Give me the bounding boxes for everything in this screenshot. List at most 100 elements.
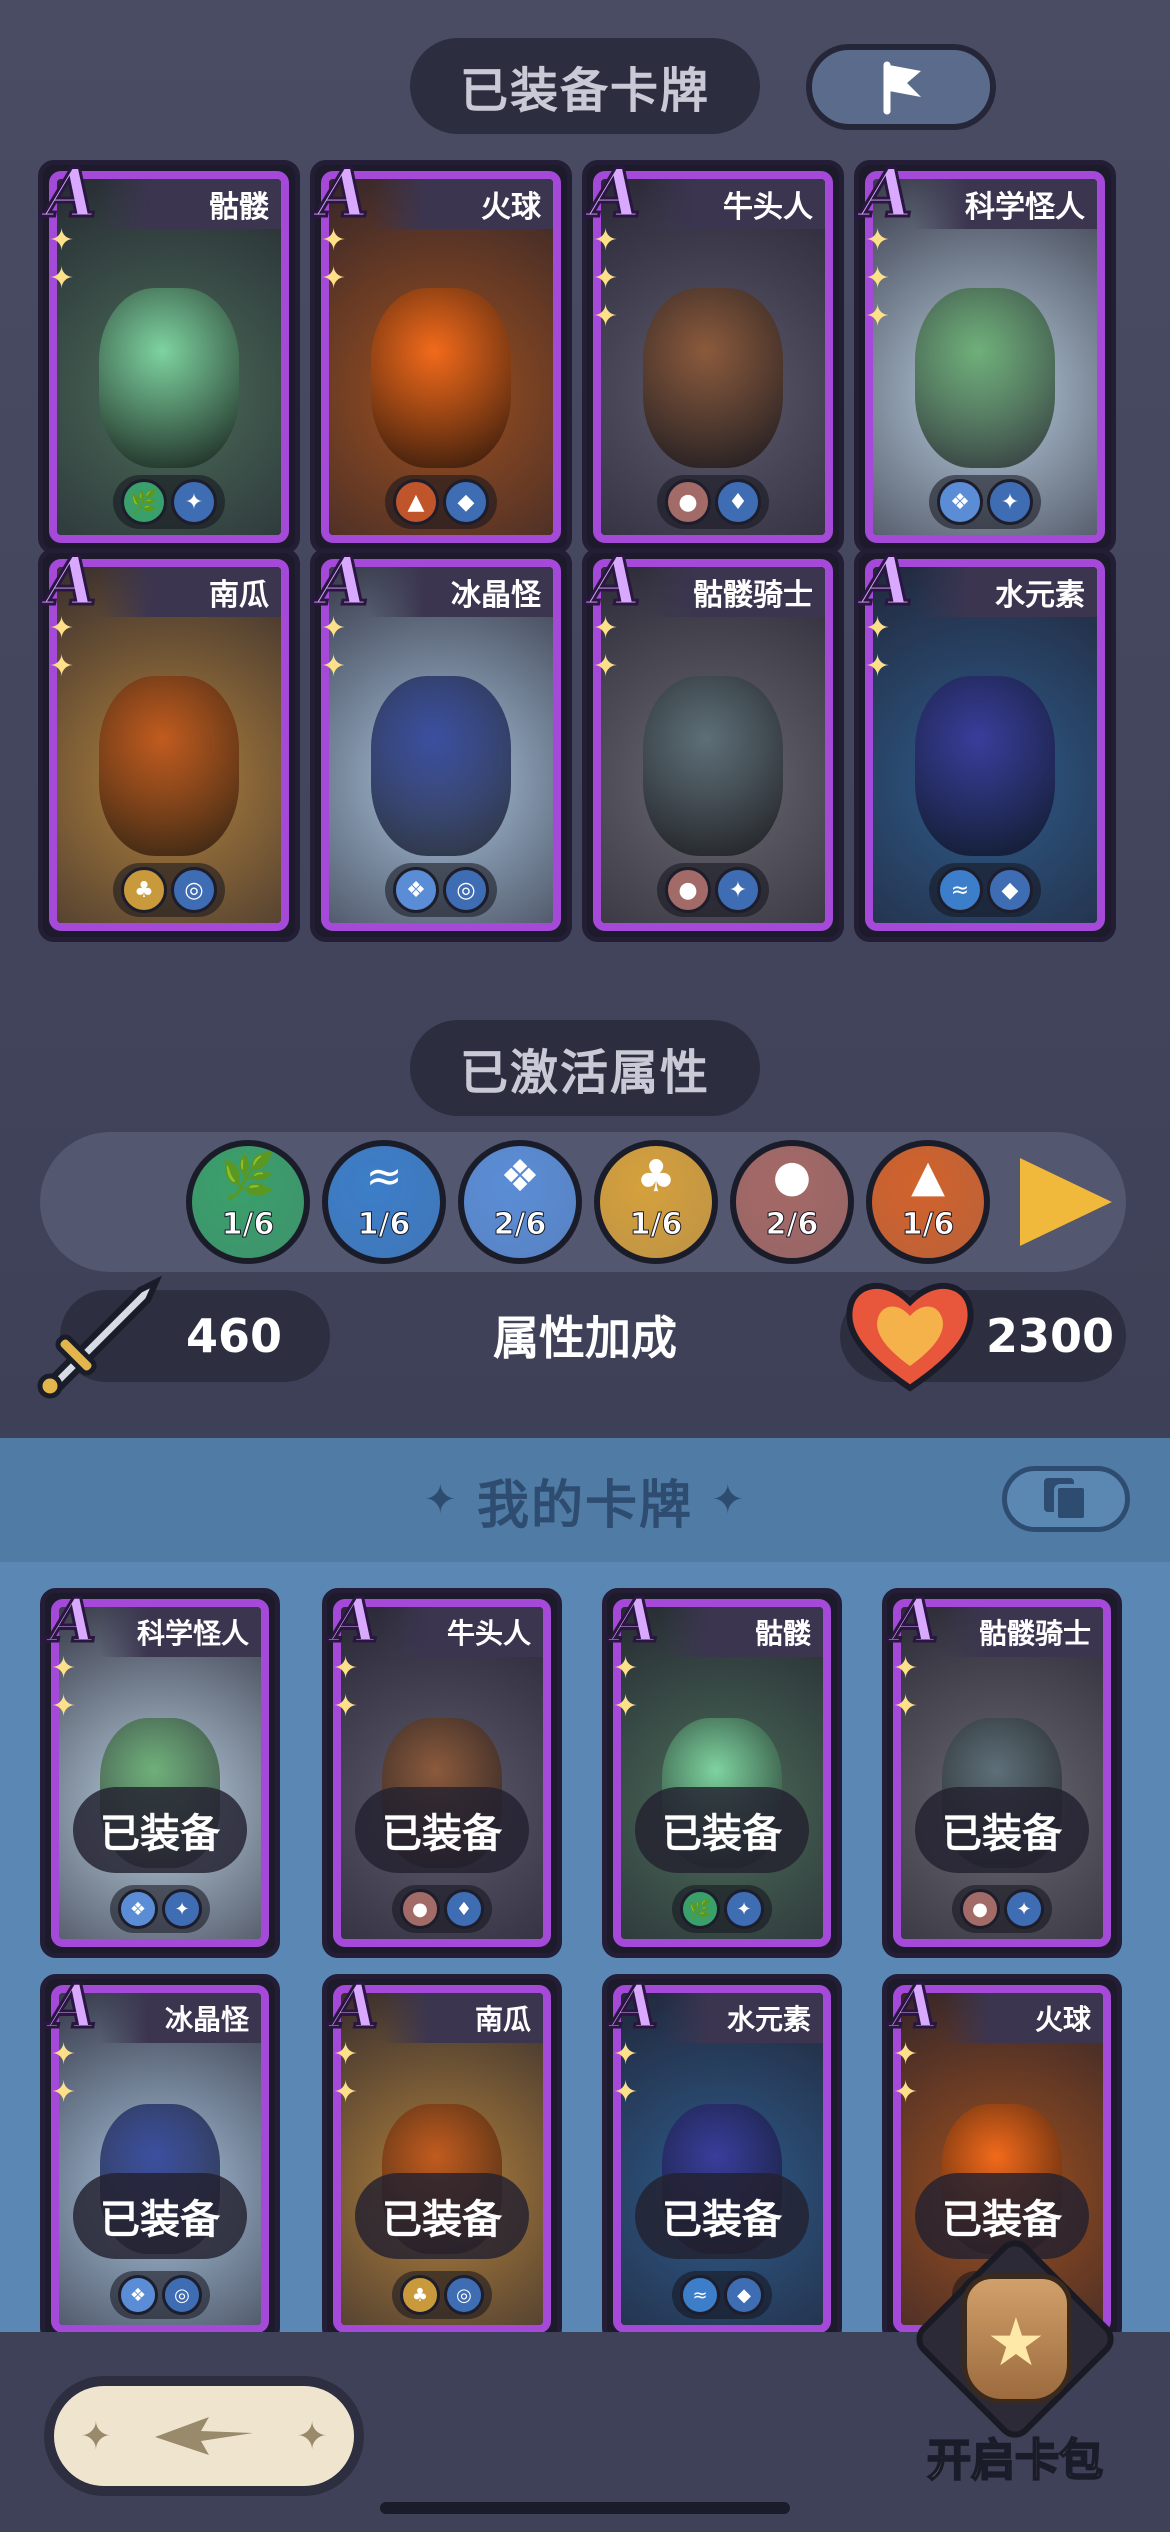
star-icon: ✦ xyxy=(321,611,347,646)
deck-switch-button[interactable] xyxy=(1002,1466,1130,1532)
star-icon: ✦ xyxy=(321,649,347,684)
ice-icon: ❖ xyxy=(500,1150,540,1202)
hp-value: 2300 xyxy=(986,1309,1115,1363)
attribute-water[interactable]: ≈1/6 xyxy=(322,1140,446,1264)
equipped-tag: 已装备 xyxy=(915,1787,1089,1873)
card[interactable]: 冰晶怪 ❖ ◎ 已装备 A ✦ ✦ xyxy=(40,1971,280,2344)
card-name: 火球 xyxy=(369,179,553,229)
card[interactable]: 水元素 ≈ ◆ 已装备 A ✦ ✦ xyxy=(602,1971,842,2344)
attribute-badge-icon: ♣ xyxy=(121,867,167,913)
wing-arrow-icon xyxy=(155,2417,253,2455)
attribute-badge-icon: ◎ xyxy=(444,2275,484,2315)
card-grade: A xyxy=(44,542,98,620)
star-icon: ✦ xyxy=(865,299,891,334)
star-icon: ✦ xyxy=(51,2075,77,2110)
attribute-badge-icon: ❖ xyxy=(118,1889,158,1929)
attribute-nature[interactable]: 🌿 1/6 xyxy=(186,1140,310,1264)
pack-star-icon: ★ xyxy=(986,2304,1046,2381)
card[interactable]: 牛头人 ● ♦ A ✦ ✦ ✦ xyxy=(582,154,844,554)
card-name: 水元素 xyxy=(661,1993,823,2043)
star-icon: ✦ xyxy=(49,223,75,258)
copy-icon xyxy=(1044,1478,1088,1522)
card-grade: A xyxy=(860,154,914,232)
attribute-badge-icon: 🌿 xyxy=(680,1889,720,1929)
attribute-badge-icon: ● xyxy=(665,867,711,913)
star-icon: ✦ xyxy=(593,649,619,684)
card[interactable]: 南瓜 ♣ ◎ A ✦ ✦ xyxy=(38,542,300,942)
heart-icon xyxy=(846,1282,974,1392)
star-icon: ✦ xyxy=(51,1651,77,1686)
card[interactable]: 南瓜 ♣ ◎ 已装备 A ✦ ✦ xyxy=(322,1971,562,2344)
attribute-badge-icon: ✦ xyxy=(162,1889,202,1929)
card-name: 科学怪人 xyxy=(913,179,1097,229)
card-attribute-badges: 🌿 ✦ xyxy=(113,475,225,529)
attribute-badge-icon: ◎ xyxy=(443,867,489,913)
card-character-icon xyxy=(371,288,511,469)
card[interactable]: 骷髅 🌿 ✦ A ✦ ✦ xyxy=(38,156,300,554)
equipped-tag: 已装备 xyxy=(355,2173,529,2259)
card[interactable]: 冰晶怪 ❖ ◎ A ✦ ✦ xyxy=(310,542,572,942)
equipped-tag: 已装备 xyxy=(635,1787,809,1873)
card-name: 南瓜 xyxy=(381,1993,543,2043)
card-grade: A xyxy=(316,154,370,232)
star-icon: ✦ xyxy=(893,2037,919,2072)
card-name: 火球 xyxy=(941,1993,1103,2043)
star-icon: ✦ xyxy=(333,2037,359,2072)
home-indicator xyxy=(380,2502,790,2514)
star-icon: ✦ xyxy=(49,611,75,646)
attribute-flesh[interactable]: ● 2/6 xyxy=(730,1140,854,1264)
card-name: 南瓜 xyxy=(97,567,281,617)
card-character-icon xyxy=(643,288,783,469)
card-grade: A xyxy=(48,1585,98,1658)
card-grade: A xyxy=(588,542,642,620)
back-button-inner: ✦ ✦ xyxy=(54,2386,354,2486)
attribute-badge-icon: 🌿 xyxy=(121,479,167,525)
card[interactable]: 骷髅骑士 ● ✦ A ✦ ✦ xyxy=(582,542,844,942)
star-icon: ✦ xyxy=(893,1651,919,1686)
back-button[interactable]: ✦ ✦ xyxy=(44,2376,364,2496)
wing-left-icon: ✦ xyxy=(423,1477,459,1523)
card[interactable]: 骷髅骑士 ● ✦ 已装备 A ✦ ✦ xyxy=(882,1585,1122,1958)
card[interactable]: 水元素 ≈ ◆ A ✦ ✦ xyxy=(854,544,1116,942)
attribute-fire[interactable]: ▲ 1/6 xyxy=(866,1140,990,1264)
attribute-count: 1/6 xyxy=(901,1206,955,1242)
attribute-count: 1/6 xyxy=(357,1206,411,1242)
card-grade: A xyxy=(316,542,370,620)
fire-icon: ▲ xyxy=(911,1150,945,1202)
star-icon: ✦ xyxy=(865,649,891,684)
star-icon: ✦ xyxy=(893,2075,919,2110)
flag-button[interactable] xyxy=(806,44,996,130)
star-icon: ✦ xyxy=(321,261,347,296)
attribute-badge-icon: ❖ xyxy=(393,867,439,913)
card-grade: A xyxy=(588,154,642,232)
attribute-badge-icon: ✦ xyxy=(715,867,761,913)
star-icon: ✦ xyxy=(865,261,891,296)
star-icon: ✦ xyxy=(865,611,891,646)
attribute-count: 2/6 xyxy=(765,1206,819,1242)
nature-icon: 🌿 xyxy=(220,1150,276,1202)
attribute-badge-icon: ● xyxy=(400,1889,440,1929)
card-character-icon xyxy=(371,676,511,857)
attribute-badge-icon: ◆ xyxy=(987,867,1033,913)
attribute-desert[interactable]: ♣ 1/6 xyxy=(594,1140,718,1264)
attribute-badge-icon: ✦ xyxy=(1004,1889,1044,1929)
card[interactable]: 科学怪人 ❖ ✦ A ✦ ✦ ✦ xyxy=(854,154,1116,554)
attributes-next-arrow-icon[interactable] xyxy=(1020,1158,1112,1246)
attribute-badge-icon: ♦ xyxy=(715,479,761,525)
attribute-ice[interactable]: ❖ 2/6 xyxy=(458,1140,582,1264)
card-grade: A xyxy=(330,1585,380,1658)
card[interactable]: 牛头人 ● ♦ 已装备 A ✦ ✦ xyxy=(322,1585,562,1958)
card[interactable]: 科学怪人 ❖ ✦ 已装备 A ✦ ✦ xyxy=(40,1585,280,1958)
card[interactable]: 骷髅 🌿 ✦ 已装备 A ✦ ✦ xyxy=(602,1585,842,1958)
card-grade: A xyxy=(890,1971,940,2044)
open-pack-button[interactable]: ★ 开启卡包 xyxy=(900,2232,1130,2494)
card-name: 水元素 xyxy=(913,567,1097,617)
card-attribute-badges: ● ✦ xyxy=(657,863,769,917)
card-name: 牛头人 xyxy=(641,179,825,229)
card-grade: A xyxy=(890,1585,940,1658)
attribute-count: 1/6 xyxy=(629,1206,683,1242)
attribute-badge-icon: ♣ xyxy=(400,2275,440,2315)
card[interactable]: 火球 ▲ ◆ A ✦ ✦ xyxy=(310,154,572,554)
my-cards-title-text: 我的卡牌 xyxy=(476,1475,693,1536)
card-name: 骷髅骑士 xyxy=(941,1607,1103,1657)
